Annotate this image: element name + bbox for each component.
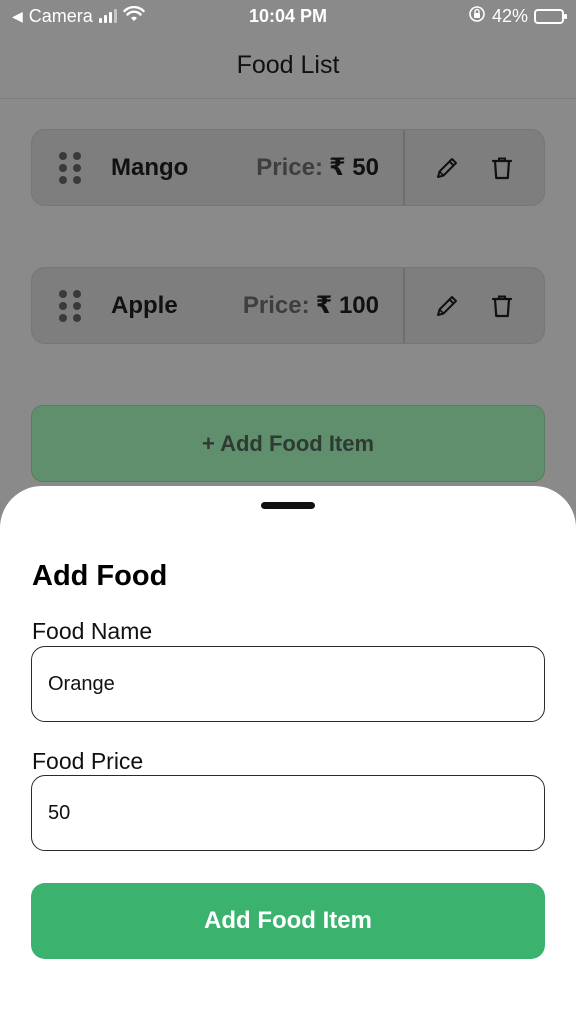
row-actions <box>405 291 544 321</box>
status-bar: ◀ Camera 10:04 PM 42% <box>0 0 576 32</box>
food-price-label: Food Price <box>32 748 144 774</box>
food-name-input[interactable] <box>31 646 545 722</box>
edit-pencil-icon[interactable] <box>432 291 462 321</box>
price-value: ₹ 100 <box>315 292 379 319</box>
food-list-item[interactable]: Mango Price: ₹ 50 <box>31 129 545 206</box>
status-time: 10:04 PM <box>248 6 328 26</box>
delete-trash-icon[interactable] <box>487 291 517 321</box>
price-label: Price: <box>256 154 323 181</box>
drag-handle-icon[interactable] <box>59 151 81 184</box>
food-name: Apple <box>111 291 178 319</box>
page-title: Food List <box>236 50 340 79</box>
add-food-item-button[interactable]: Add Food Item <box>31 883 545 959</box>
sheet-title: Add Food <box>32 560 168 592</box>
food-name-label: Food Name <box>32 618 153 644</box>
sheet-drag-handle[interactable] <box>261 502 315 509</box>
add-food-item-label: + Add Food Item <box>201 430 375 456</box>
food-price: Price: ₹ 50 <box>256 153 379 182</box>
food-price-input[interactable] <box>31 775 545 851</box>
price-value: ₹ 50 <box>328 154 379 181</box>
battery-icon <box>534 8 567 24</box>
add-food-item-button-background[interactable]: + Add Food Item <box>31 405 545 482</box>
nav-header: Food List <box>0 32 576 99</box>
food-price: Price: ₹ 100 <box>243 291 379 320</box>
price-label: Price: <box>242 292 310 319</box>
food-name: Mango <box>111 153 189 181</box>
drag-handle-icon[interactable] <box>59 289 81 322</box>
row-actions <box>405 153 544 183</box>
delete-trash-icon[interactable] <box>487 153 517 183</box>
add-food-sheet: Add Food Food Name Food Price Add Food I… <box>0 486 576 1024</box>
edit-pencil-icon[interactable] <box>432 153 462 183</box>
food-list-item[interactable]: Apple Price: ₹ 100 <box>31 267 545 344</box>
